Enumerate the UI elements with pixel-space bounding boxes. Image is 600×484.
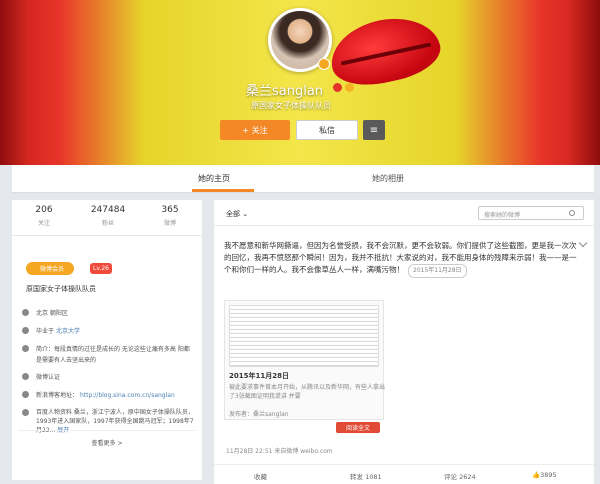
see-more-link[interactable]: 查看更多 >: [12, 438, 202, 447]
info-blog: 新浪博客地址： http://blog.sina.com.cn/sanglan: [22, 390, 194, 401]
tab-home[interactable]: 她的主页: [198, 173, 230, 184]
location-text: 北京 朝阳区: [36, 310, 68, 317]
curtain-right: [570, 0, 600, 165]
repost-button[interactable]: 转发 1081: [350, 471, 382, 481]
school-prefix: 毕业于: [36, 328, 55, 335]
filter-label: 全部: [226, 210, 240, 218]
menu-icon: ≡: [369, 124, 379, 136]
search-icon[interactable]: [569, 210, 575, 216]
link-card[interactable]: 2015年11月28日 被此要求事件首本月开始，从腾讯以及新华网，有些人拿出了3…: [224, 300, 386, 420]
feed-filter[interactable]: 全部 ⌄: [226, 209, 248, 219]
feed-header: 全部 ⌄ 搜索她的微博: [214, 200, 594, 226]
info-school: 毕业于 北京大学: [22, 326, 194, 337]
stat-label: 关注: [37, 220, 50, 227]
stat-value: 247484: [90, 205, 126, 215]
like-button[interactable]: 👍3895: [532, 471, 557, 479]
feed-panel: 全部 ⌄ 搜索她的微博 我不愿意和新华网撕逼，但因为名誉受损，我不会沉默，更不会…: [214, 200, 594, 484]
post-meta: 11月28日 22:51 来自微博 weibo.com: [226, 448, 333, 455]
vip-icon[interactable]: [345, 83, 354, 92]
stats-bar: 206 关注 247484 粉丝 365 微博: [12, 200, 202, 236]
follow-label: + 关注: [242, 125, 268, 135]
tab-active-underline: [192, 189, 254, 192]
info-verified: 微博认证: [22, 372, 194, 383]
intro-text: 简介：每段真情的过往是成长的 无论这些让痛有多高 阳都是需要有人去坚出来的: [36, 346, 190, 364]
left-sidebar: 206 关注 247484 粉丝 365 微博 微博会员 Lv.26 原国家女子体操队…: [12, 200, 202, 480]
follow-button[interactable]: + 关注: [220, 120, 290, 140]
intro-icon: [22, 345, 29, 352]
post-text: 我不愿意和新华网撕逼，但因为名誉受损，我不会沉默，更不会软弱。你们提供了这些截图…: [224, 240, 580, 278]
baidu-icon: [22, 409, 29, 416]
verified-icon: [22, 373, 29, 380]
stat-followers[interactable]: 247484 粉丝: [78, 205, 138, 227]
like-count: 3895: [540, 471, 557, 479]
verified-text: 微博认证: [36, 374, 61, 381]
stat-label: 粉丝: [101, 220, 114, 227]
school-link[interactable]: 北京大学: [56, 328, 80, 335]
card-image: [229, 305, 379, 367]
stat-posts[interactable]: 365 微博: [140, 205, 200, 227]
card-title: 2015年11月28日: [229, 372, 289, 380]
sidebar-description: 原国家女子体操队队员: [26, 285, 96, 293]
curtain-left: [0, 0, 28, 165]
search-placeholder: 搜索她的微博: [484, 212, 521, 219]
level-badge[interactable]: Lv.26: [90, 263, 112, 274]
profile-description: 原国家女子体操队队员: [251, 101, 331, 110]
chevron-down-icon[interactable]: [578, 238, 588, 248]
verified-icon: [318, 58, 330, 70]
divider: [18, 430, 196, 431]
info-intro: 简介：每段真情的过往是成长的 无论这些让痛有多高 阳都是需要有人去坚出来的: [22, 344, 194, 366]
cover-banner: 桑兰sanglan 原国家女子体操队队员 + 关注 私信 ≡: [0, 0, 600, 165]
stat-following[interactable]: 206 关注: [14, 205, 74, 227]
message-label: 私信: [319, 125, 335, 135]
thumbs-up-icon: 👍: [532, 471, 541, 479]
stat-value: 206: [35, 205, 53, 215]
card-description: 被此要求事件首本月开始，从腾讯以及新华网，有些人拿出了3张截图证明我谎讲 并要: [229, 384, 386, 400]
stat-label: 微博: [163, 220, 176, 227]
card-author: 发布者：桑兰sanglan: [229, 411, 289, 418]
more-menu-button[interactable]: ≡: [363, 120, 385, 140]
post-tag[interactable]: 2015年11月28日: [408, 264, 467, 278]
read-full-button[interactable]: 阅读全文: [336, 422, 380, 433]
vip-badge[interactable]: 微博会员: [26, 262, 74, 275]
blog-prefix: 新浪博客地址：: [36, 392, 79, 399]
chevron-down-icon: ⌄: [242, 210, 249, 218]
profile-tabs: 她的主页 她的相册: [12, 165, 594, 193]
message-button[interactable]: 私信: [296, 120, 358, 140]
info-location: 北京 朝阳区: [22, 308, 194, 319]
feed-search-input[interactable]: 搜索她的微博: [478, 206, 584, 220]
profile-name: 桑兰sanglan: [246, 84, 324, 99]
school-icon: [22, 327, 29, 334]
tab-album[interactable]: 她的相册: [372, 173, 404, 184]
post-body: 我不愿意和新华网撕逼，但因为名誉受损，我不会沉默，更不会软弱。你们提供了这些截图…: [224, 241, 577, 274]
location-icon: [22, 309, 29, 316]
badge-icon[interactable]: [333, 83, 342, 92]
blog-link[interactable]: http://blog.sina.com.cn/sanglan: [80, 392, 175, 399]
favorite-button[interactable]: 收藏: [254, 471, 267, 481]
post-actions: 收藏 转发 1081 评论 2624 👍3895: [214, 464, 594, 484]
stat-value: 365: [161, 205, 179, 215]
link-icon: [22, 391, 29, 398]
comment-button[interactable]: 评论 2624: [444, 471, 476, 481]
